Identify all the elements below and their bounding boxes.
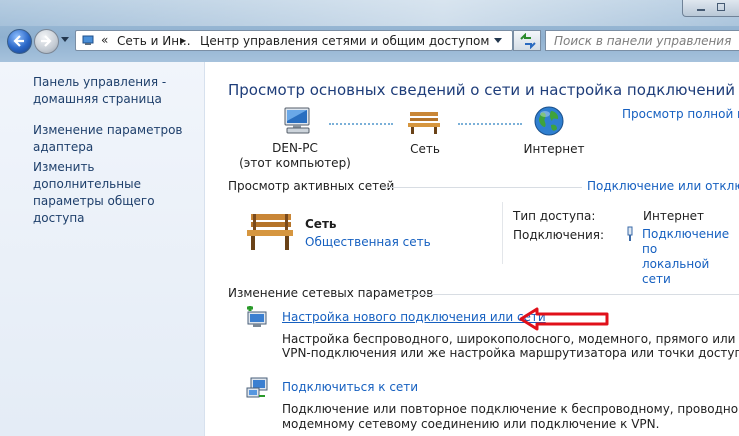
arrow-right-icon (41, 35, 52, 47)
task-change-adapter-settings[interactable]: Изменение параметров адаптера (33, 122, 203, 156)
lan-connection-link[interactable]: Подключение по локальной сети (642, 227, 739, 287)
connect-to-network-desc-2: модемному сетевому соединению или подклю… (282, 417, 660, 431)
left-task-pane: Панель управления - домашняя страница Из… (0, 62, 205, 436)
globe-internet-icon (534, 106, 564, 136)
section-divider (382, 187, 582, 188)
computer-icon (284, 107, 310, 134)
breadcrumb-separator[interactable]: ▶ (180, 36, 186, 45)
maximize-icon[interactable] (717, 3, 725, 11)
active-networks-title: Просмотр активных сетей (228, 179, 395, 193)
task-control-panel-home[interactable]: Панель управления - домашняя страница (33, 74, 203, 108)
refresh-icon (520, 33, 536, 49)
setup-new-connection-link[interactable]: Настройка нового подключения или сети (282, 310, 546, 324)
connect-to-network-icon (246, 377, 268, 398)
connect-disconnect-link[interactable]: Подключение или отключе (587, 179, 739, 193)
map-computer-name: DEN-PC (272, 141, 318, 155)
search-input[interactable]: Поиск в панели управления (545, 30, 739, 51)
change-settings-title: Изменение сетевых параметров (228, 286, 434, 300)
forward-button[interactable] (34, 29, 59, 54)
connect-to-network-link[interactable]: Подключиться к сети (282, 380, 418, 394)
address-bar[interactable]: « Сеть и Ин... ▶ Центр управления сетями… (75, 30, 513, 51)
bench-network-icon (408, 112, 440, 134)
recent-pages-dropdown[interactable] (61, 37, 69, 42)
minimize-icon[interactable] (697, 9, 705, 11)
search-placeholder: Поиск в панели управления (554, 34, 732, 48)
back-button[interactable] (7, 29, 32, 54)
red-arrow-annotation (519, 307, 609, 331)
active-network-name: Сеть (305, 217, 337, 231)
setup-new-connection-desc-2: VPN-подключения или же настройка маршрут… (282, 346, 739, 360)
arrow-left-icon (13, 35, 24, 47)
access-type-value: Интернет (643, 209, 705, 223)
breadcrumb-network-center[interactable]: Центр управления сетями и общим доступом (200, 34, 489, 48)
network-type-link[interactable]: Общественная сеть (305, 235, 431, 249)
window-chrome: « Сеть и Ин... ▶ Центр управления сетями… (0, 0, 739, 62)
address-dropdown[interactable] (494, 38, 502, 43)
control-panel-icon (82, 35, 94, 45)
ethernet-icon (627, 226, 633, 241)
full-map-link[interactable]: Просмотр полной ка (622, 107, 739, 121)
section-divider-2 (408, 294, 739, 295)
refresh-button[interactable] (513, 30, 541, 51)
page-title: Просмотр основных сведений о сети и наст… (228, 81, 735, 99)
map-network-label: Сеть (410, 142, 440, 156)
window-controls[interactable] (682, 0, 739, 17)
new-connection-icon (247, 306, 267, 327)
task-advanced-sharing-settings[interactable]: Изменить дополнительные параметры общего… (33, 159, 203, 227)
title-glass (0, 0, 739, 26)
map-link-network-internet (458, 123, 522, 125)
access-type-label: Тип доступа: (513, 209, 596, 223)
vertical-divider (502, 202, 503, 264)
bench-public-network-icon (247, 214, 293, 250)
breadcrumb-overflow[interactable]: « (101, 33, 108, 47)
connections-label: Подключения: (513, 228, 605, 242)
map-internet-label: Интернет (523, 142, 585, 156)
main-content: Просмотр основных сведений о сети и наст… (205, 62, 739, 436)
map-computer-sub: (этот компьютер) (239, 156, 351, 170)
map-link-computer-network (329, 123, 393, 125)
